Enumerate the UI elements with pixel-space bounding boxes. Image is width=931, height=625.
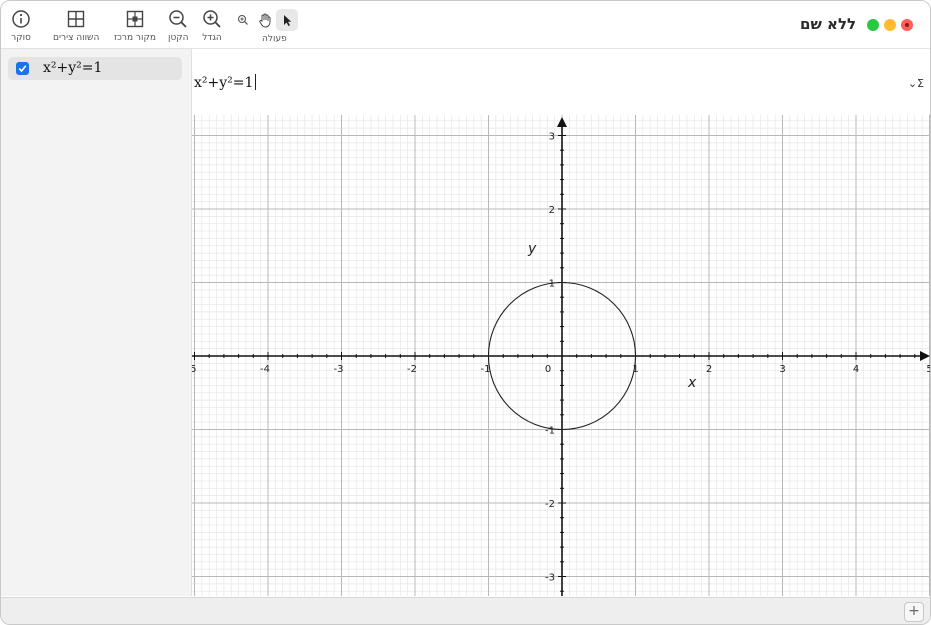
y-axis-arrow — [557, 117, 567, 127]
equation-visibility-checkbox[interactable] — [16, 62, 29, 75]
equation-input-area[interactable]: x²+y²=1 ⌄Σ — [192, 49, 930, 115]
equal-axes-button[interactable]: השווה צירים — [53, 8, 99, 43]
x-tick-label: 4 — [853, 364, 859, 375]
y-tick-label: 3 — [549, 132, 555, 143]
inspector-button[interactable]: סוקר — [11, 8, 31, 43]
grid-icon — [67, 8, 85, 30]
small-zoom-icon — [237, 14, 248, 25]
x-tick-label: -2 — [407, 364, 417, 375]
x-tick-label: 3 — [779, 364, 785, 375]
text-caret — [255, 74, 257, 90]
x-tick-label: -4 — [260, 364, 270, 375]
window-title: ללא שם — [800, 15, 857, 33]
zoom-window-button[interactable] — [867, 19, 879, 31]
inspector-label: סוקר — [11, 33, 31, 43]
info-icon — [11, 8, 31, 30]
y-tick-label: -2 — [545, 499, 555, 510]
arrow-pointer-icon — [284, 15, 292, 26]
action-segmented-control — [232, 9, 298, 31]
bottom-bar: + — [1, 597, 930, 624]
checkmark-icon — [18, 65, 27, 73]
equation-text: x²+y²=1 — [43, 60, 103, 76]
zoom-out-button[interactable]: הקטן — [168, 8, 189, 43]
equation-sidebar: x²+y²=1 — [1, 49, 192, 596]
equation-input-value: x²+y²=1 — [194, 75, 254, 91]
zoom-in-icon — [202, 8, 222, 30]
add-equation-button[interactable]: + — [904, 602, 924, 622]
app-window: סוקר השווה צירים מקור מרכז הקטן הגדל פעו… — [0, 0, 931, 625]
x-tick-label: 2 — [706, 364, 712, 375]
pan-hand-button[interactable] — [254, 9, 276, 31]
center-origin-icon — [126, 8, 144, 30]
center-origin-label: מקור מרכז — [114, 33, 156, 43]
plus-icon: + — [908, 603, 920, 619]
y-tick-label: -3 — [545, 573, 555, 584]
hand-icon — [259, 13, 271, 28]
chevron-down-icon: ⌄ — [907, 77, 918, 90]
sigma-symbol: Σ — [917, 77, 924, 90]
sigma-menu-button[interactable]: ⌄Σ — [908, 77, 924, 90]
x-axis-arrow — [920, 351, 930, 361]
close-window-button[interactable] — [901, 19, 913, 31]
x-tick-label: 5 — [926, 364, 930, 375]
zoom-out-icon — [168, 8, 188, 30]
action-label: פעולה — [262, 34, 287, 44]
pointer-button[interactable] — [276, 9, 298, 31]
center-origin-button[interactable]: מקור מרכז — [114, 8, 156, 43]
equation-list-item[interactable]: x²+y²=1 — [8, 57, 182, 80]
x-tick-label: -5 — [192, 364, 196, 375]
y-tick-label: 2 — [549, 205, 555, 216]
minimize-window-button[interactable] — [884, 19, 896, 31]
x-tick-label: -3 — [334, 364, 344, 375]
small-zoom-button[interactable] — [232, 9, 254, 31]
zoom-out-label: הקטן — [168, 33, 189, 43]
toolbar: סוקר השווה צירים מקור מרכז הקטן הגדל פעו… — [1, 1, 930, 49]
zoom-in-label: הגדל — [202, 33, 222, 43]
y-tick-label: -1 — [545, 426, 555, 437]
x-tick-label: 0 — [545, 364, 551, 375]
equal-axes-label: השווה צירים — [53, 33, 100, 43]
equation-input[interactable]: x²+y²=1 — [194, 74, 257, 91]
close-icon — [905, 23, 909, 27]
zoom-in-button[interactable]: הגדל — [202, 8, 222, 43]
graph-canvas[interactable]: -5-4-3-2-1012345321-1-2-3 x y — [187, 115, 930, 596]
x-axis-label: x — [687, 375, 697, 391]
y-axis-label: y — [527, 241, 537, 257]
